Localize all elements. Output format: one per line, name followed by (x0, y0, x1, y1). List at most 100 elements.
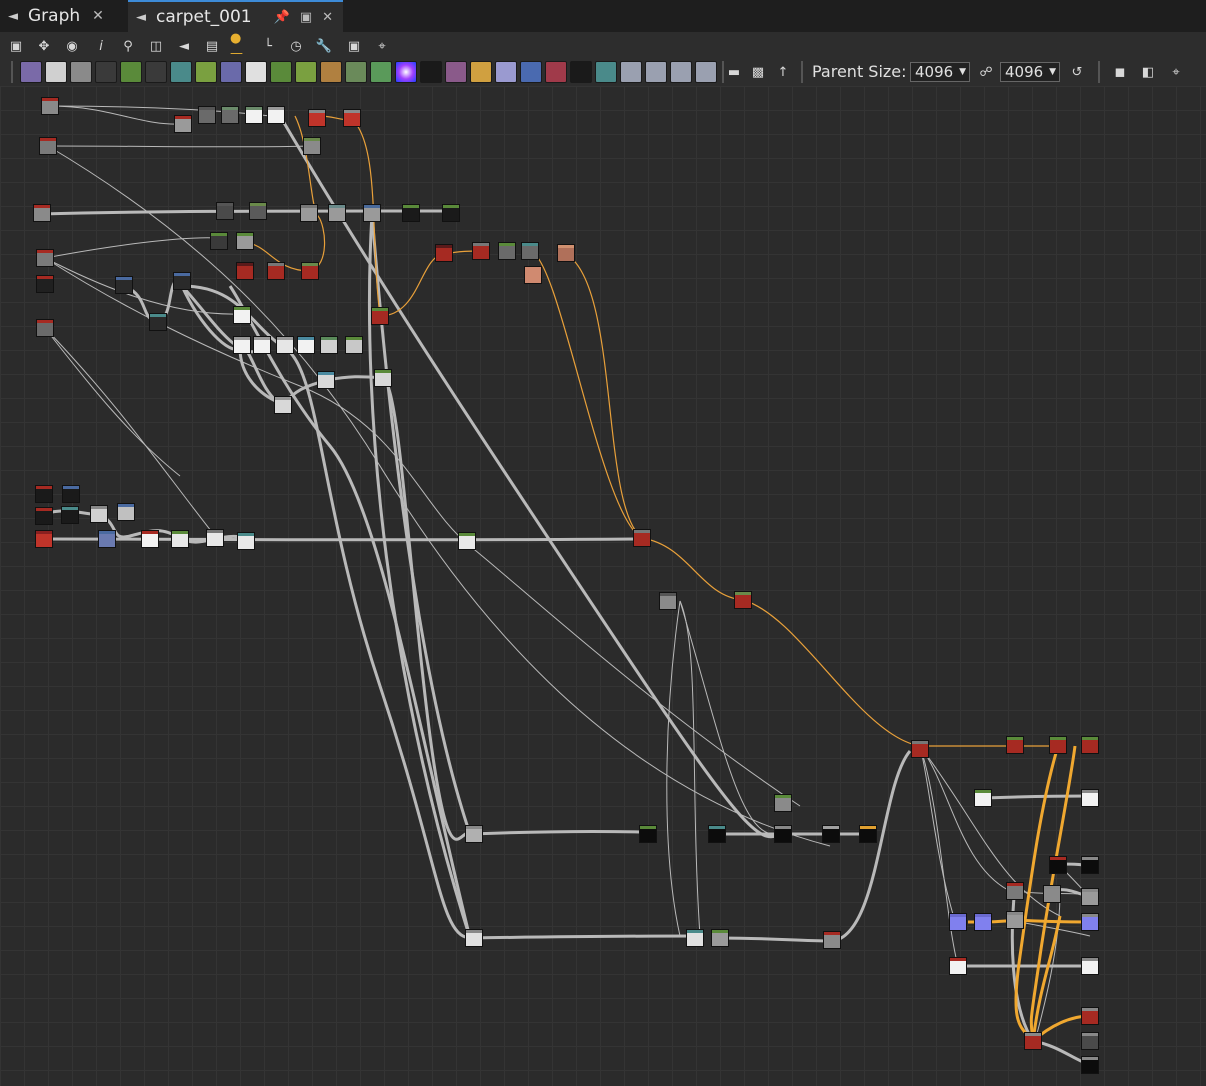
graph-node[interactable] (774, 825, 792, 843)
graph-node[interactable] (1081, 1007, 1099, 1025)
blend-node-icon[interactable] (70, 61, 92, 83)
normal-node-icon[interactable] (645, 61, 667, 83)
graph-node[interactable] (822, 825, 840, 843)
graph-node[interactable] (216, 202, 234, 220)
link-icon[interactable]: ●— (230, 31, 250, 61)
preview-icon[interactable]: ▣ (344, 36, 364, 56)
graph-node[interactable] (1081, 1056, 1099, 1074)
wrench-icon[interactable]: 🔧 (314, 36, 334, 56)
graph-node[interactable] (36, 275, 54, 293)
graph-node[interactable] (141, 530, 159, 548)
graph-node[interactable] (174, 115, 192, 133)
graph-node[interactable] (297, 336, 315, 354)
graph-node[interactable] (301, 262, 319, 280)
graph-node[interactable] (1049, 856, 1067, 874)
graph-node[interactable] (345, 336, 363, 354)
graph-node[interactable] (1043, 885, 1061, 903)
graph-node[interactable] (308, 109, 326, 127)
graph-node[interactable] (949, 913, 967, 931)
height-node-icon[interactable] (670, 61, 692, 83)
graph-node[interactable] (117, 503, 135, 521)
bitmap-node-icon[interactable] (20, 61, 42, 83)
graph-node[interactable] (328, 204, 346, 222)
frame-icon[interactable]: ▩ (748, 62, 768, 82)
search-icon[interactable]: ⚲ (118, 36, 138, 56)
graph-node[interactable] (249, 202, 267, 220)
warp2-node-icon[interactable] (595, 61, 617, 83)
graph-node[interactable] (465, 929, 483, 947)
output-node-icon[interactable] (695, 61, 717, 83)
graph-node[interactable] (371, 307, 389, 325)
graph-node[interactable] (1006, 911, 1024, 929)
pin-node-icon[interactable]: ↑ (773, 62, 793, 82)
graph-node[interactable] (374, 369, 392, 387)
graph-node[interactable] (734, 591, 752, 609)
graph-node[interactable] (472, 242, 490, 260)
graph-layout-icon[interactable]: ◄ (174, 36, 194, 56)
parent-height-dropdown[interactable]: 4096 ▼ (1000, 62, 1060, 82)
graph-node[interactable] (300, 204, 318, 222)
graph-node[interactable] (465, 825, 483, 843)
levels-node-icon[interactable] (145, 61, 167, 83)
shuffle-node-icon[interactable] (95, 61, 117, 83)
node-icon[interactable]: ◫ (146, 36, 166, 56)
timer-icon[interactable]: ◷ (286, 36, 306, 56)
graph-node[interactable] (1081, 736, 1099, 754)
curve-node-icon[interactable] (120, 61, 142, 83)
graph-node[interactable] (98, 530, 116, 548)
graph-node[interactable] (974, 789, 992, 807)
graph-node[interactable] (911, 740, 929, 758)
graph-node[interactable] (236, 232, 254, 250)
info-icon[interactable]: i (91, 36, 111, 56)
graph-node[interactable] (1081, 913, 1099, 931)
stack-icon[interactable]: ▤ (202, 36, 222, 56)
graph-node[interactable] (233, 336, 251, 354)
graph-node[interactable] (41, 97, 59, 115)
graph-node[interactable] (236, 262, 254, 280)
wave-node-icon[interactable] (445, 61, 467, 83)
value-node-icon[interactable] (570, 61, 592, 83)
frame-all-icon[interactable]: ▣ (6, 36, 26, 56)
graph-node[interactable] (267, 106, 285, 124)
camera-icon[interactable]: ◉ (62, 36, 82, 56)
switch-node-icon[interactable] (320, 61, 342, 83)
graph-node[interactable] (859, 825, 877, 843)
graph-node[interactable] (61, 506, 79, 524)
graph-node[interactable] (210, 232, 228, 250)
comment-icon[interactable]: ▬ (724, 62, 744, 82)
graph-node[interactable] (237, 532, 255, 550)
graph-node[interactable] (173, 272, 191, 290)
graph-node[interactable] (171, 530, 189, 548)
circle-node-icon[interactable] (220, 61, 242, 83)
graph-node[interactable] (1081, 888, 1099, 906)
graph-node[interactable] (708, 825, 726, 843)
fill-node-icon[interactable] (270, 61, 292, 83)
graph-node[interactable] (521, 242, 539, 260)
graph-node[interactable] (221, 106, 239, 124)
graph-node[interactable] (686, 929, 704, 947)
parent-width-dropdown[interactable]: 4096 ▼ (910, 62, 970, 82)
gradient-node-icon[interactable] (195, 61, 217, 83)
graph-node[interactable] (1006, 736, 1024, 754)
align-vertical-icon[interactable]: ◧ (1138, 62, 1158, 82)
graph-node[interactable] (639, 825, 657, 843)
link-ratio-icon[interactable]: ☍ (976, 62, 996, 82)
flood-fill-icon[interactable] (545, 61, 567, 83)
graph-canvas[interactable] (0, 86, 1206, 1086)
close-icon[interactable]: ✕ (322, 10, 333, 25)
graph-node[interactable] (253, 336, 271, 354)
graph-node[interactable] (633, 529, 651, 547)
graph-node[interactable] (320, 336, 338, 354)
mountain-node-icon[interactable] (370, 61, 392, 83)
graph-node[interactable] (35, 507, 53, 525)
graph-node[interactable] (557, 244, 575, 262)
graph-node[interactable] (276, 336, 294, 354)
graph-node[interactable] (363, 204, 381, 222)
graph-node[interactable] (774, 794, 792, 812)
graph-node[interactable] (303, 137, 321, 155)
graph-node[interactable] (498, 242, 516, 260)
graph-node[interactable] (198, 106, 216, 124)
graph-node[interactable] (35, 485, 53, 503)
graph-node[interactable] (458, 532, 476, 550)
transform-node-icon[interactable] (520, 61, 542, 83)
